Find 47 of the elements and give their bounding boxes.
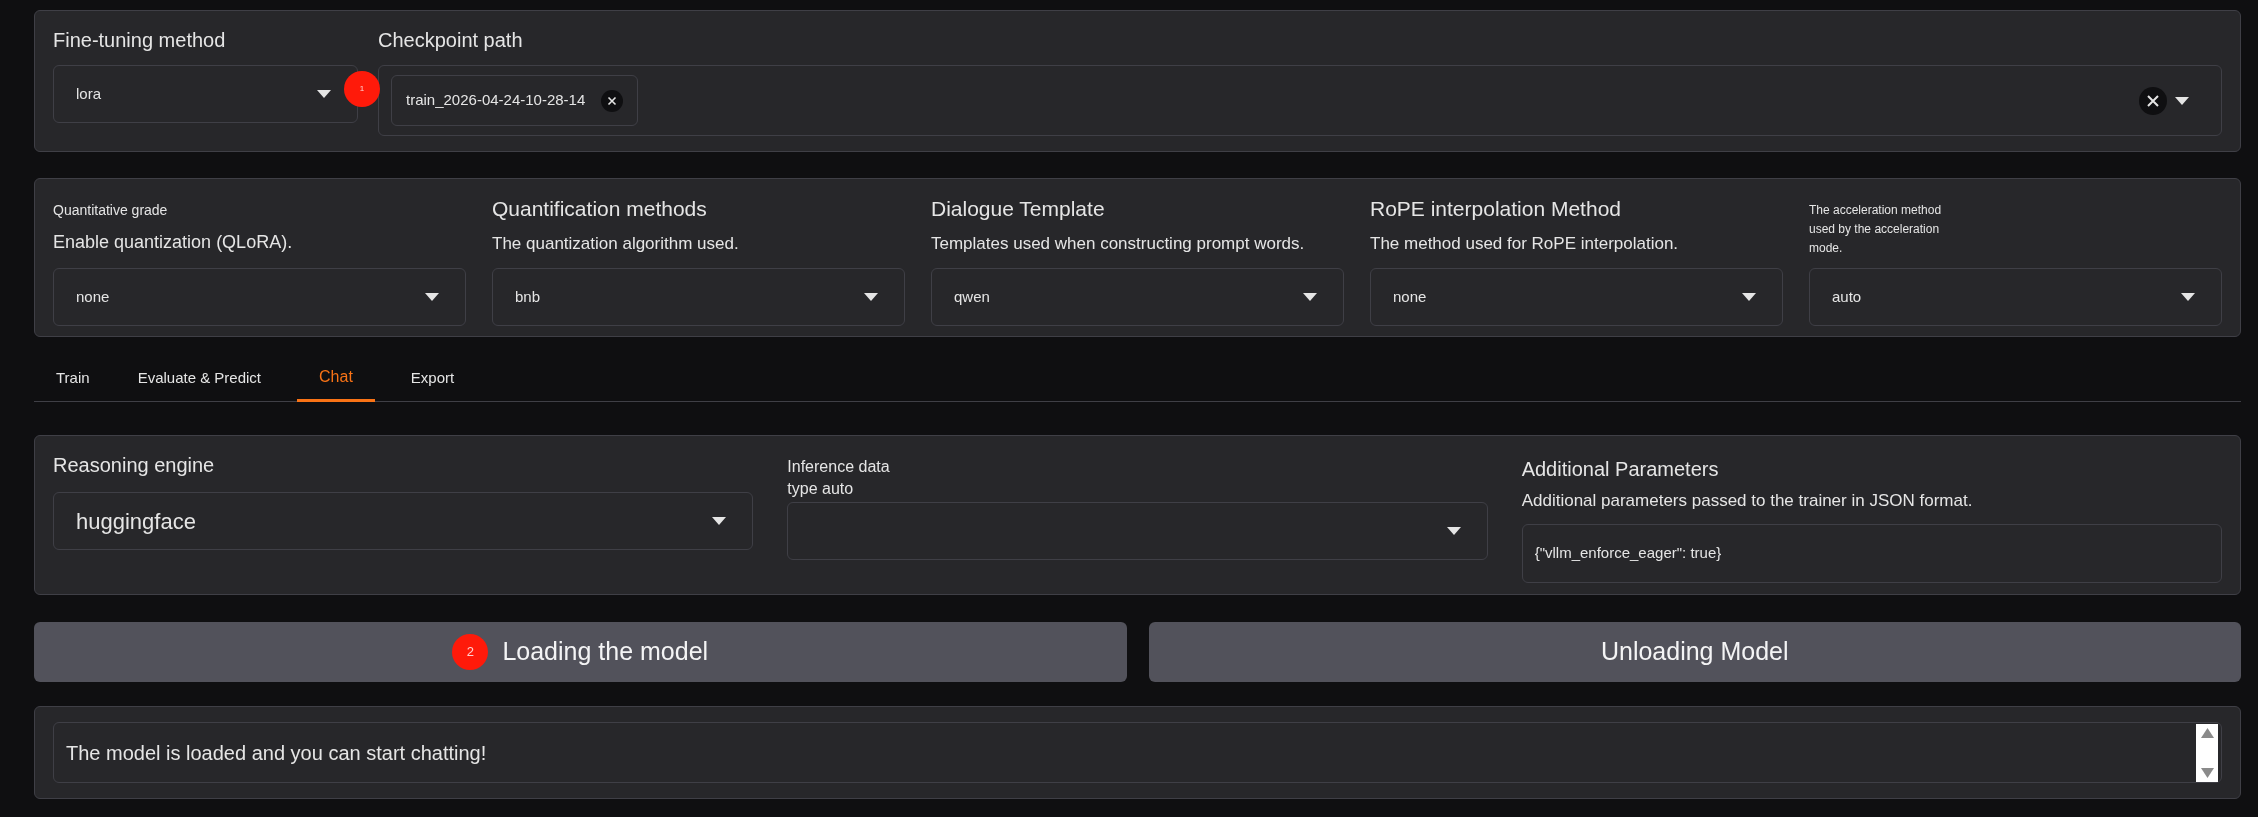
tab[interactable]: Export <box>398 366 467 402</box>
field-label: Quantitative grade <box>53 201 169 220</box>
chip-text: train_2026-04-24-10-28-14 <box>406 90 586 111</box>
field-info: The quantization algorithm used. <box>492 232 740 255</box>
field-label: Dialogue Template <box>931 196 1106 222</box>
dropdown-select[interactable]: lora <box>53 65 358 123</box>
dropdown-select[interactable]: huggingface <box>53 492 754 550</box>
scroll-down-icon[interactable] <box>2200 767 2214 778</box>
dropdown-select[interactable]: bnb <box>492 268 905 326</box>
remove-icon[interactable] <box>601 89 624 112</box>
field-label: Quantification methods <box>492 196 708 222</box>
step-badge: 2 <box>452 634 489 670</box>
output-text: The model is loaded and you can start chatting! <box>66 740 488 766</box>
tab[interactable]: Evaluate & Predict <box>125 366 274 402</box>
field-label: Additional Parameters <box>1521 457 1720 482</box>
field-label: Fine-tuning method <box>53 28 227 53</box>
clear-icon[interactable] <box>2139 86 2167 115</box>
tab[interactable]: Chat <box>297 365 375 402</box>
dropdown-caret-icon <box>1446 527 1461 535</box>
dropdown-select[interactable]: none <box>1370 268 1783 326</box>
dropdown-select[interactable]: none <box>53 268 466 326</box>
checkpoint-field[interactable]: train_2026-04-24-10-28-14 <box>378 65 2222 136</box>
action-button[interactable]: Unloading Model <box>1148 622 2241 682</box>
scroll-up-icon[interactable] <box>2200 727 2214 738</box>
dropdown-caret-icon <box>712 517 727 525</box>
dropdown-select[interactable]: qwen <box>931 268 1344 326</box>
dropdown-caret-icon <box>425 293 439 301</box>
action-button[interactable]: 2 Loading the model <box>34 622 1127 682</box>
field-info: Enable quantization (QLoRA). <box>53 231 294 254</box>
dropdown-caret-icon <box>864 293 878 301</box>
dropdown-caret-icon <box>1303 293 1317 301</box>
dropdown-caret-icon <box>2175 96 2189 105</box>
dropdown-caret-icon <box>1742 293 1756 301</box>
parameters-input[interactable]: {"vllm_enforce_eager": true} <box>1521 523 2222 583</box>
field-label: RoPE interpolation Method <box>1370 196 1622 222</box>
field-label: Checkpoint path <box>378 28 524 53</box>
scrollbar[interactable] <box>2196 723 2218 782</box>
dropdown-caret-icon <box>2181 293 2195 301</box>
field-label: Reasoning engine <box>53 453 216 478</box>
dropdown-caret-icon <box>317 90 331 98</box>
field-label: Inference data type auto <box>787 457 891 499</box>
field-info: Additional parameters passed to the trainer in JSON format. <box>1521 490 1974 512</box>
tab[interactable]: Train <box>44 366 102 402</box>
field-info: Templates used when constructing prompt words. <box>931 232 1306 255</box>
dropdown-select[interactable]: auto <box>1809 268 2222 326</box>
field-info: The method used for RoPE interpolation. <box>1370 232 1680 255</box>
field-label: The acceleration method used by the acceleration mode. <box>1809 202 1943 257</box>
